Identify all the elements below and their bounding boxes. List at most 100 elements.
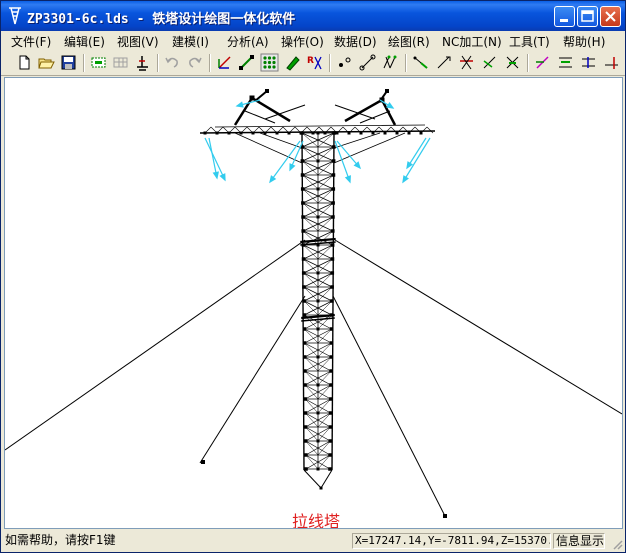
tower-node [328, 453, 332, 457]
tower-member [302, 174, 319, 190]
tower-member [317, 370, 332, 386]
drawing-canvas[interactable]: 拉线塔 [4, 77, 623, 529]
tower-node [303, 397, 307, 401]
tower-node [300, 173, 305, 177]
tower-node [331, 173, 336, 177]
tower-node [328, 411, 333, 415]
tool-e-icon[interactable] [503, 53, 522, 72]
tower-node [302, 285, 306, 289]
tower-node [395, 131, 399, 135]
app-window: ZP3301-6c.lds - 铁塔设计绘图一体化软件 文件(F) 编辑(E) … [0, 0, 626, 553]
tower-node [383, 131, 387, 135]
tower-node [302, 313, 306, 317]
tool-f-icon[interactable] [533, 53, 552, 72]
tower-member [317, 258, 333, 274]
tower-node [301, 271, 306, 275]
tower-node [316, 327, 320, 331]
undo-icon[interactable] [163, 53, 182, 72]
tower-member [5, 239, 306, 451]
line-icon[interactable] [237, 53, 256, 72]
resize-grip-icon[interactable] [611, 538, 623, 550]
menu-data[interactable]: 数据(D) [334, 33, 377, 50]
tower-member [214, 124, 426, 128]
tower-node [330, 271, 335, 275]
tower-member [199, 295, 306, 464]
tower-node [319, 486, 323, 490]
close-icon [605, 11, 616, 22]
info-display[interactable]: 信息显示 [553, 533, 605, 549]
tower-node [316, 383, 320, 387]
tower-member [303, 258, 319, 274]
title-bar[interactable]: ZP3301-6c.lds - 铁塔设计绘图一体化软件 [1, 1, 625, 31]
tower-node [316, 299, 320, 303]
status-bar: 如需帮助，请按F1键 X=17247.14,Y=-7811.94,Z=15370… [1, 531, 625, 552]
menu-help[interactable]: 帮助(H) [563, 33, 605, 50]
tower-node [303, 425, 308, 429]
rod-icon[interactable] [358, 53, 377, 72]
menu-model[interactable]: 建模(I) [172, 33, 209, 50]
toolbar-separator [209, 54, 211, 72]
tower-node [316, 467, 320, 471]
close-button[interactable] [600, 6, 621, 27]
menu-draw[interactable]: 绘图(R) [388, 33, 430, 50]
tower-node [331, 215, 335, 219]
menu-nc[interactable]: NC加工(N) [442, 33, 502, 50]
tower-node [331, 187, 336, 191]
grid-icon[interactable] [111, 53, 130, 72]
tower-member [320, 469, 333, 489]
tool-c-icon[interactable] [457, 53, 476, 72]
tower-node [201, 460, 205, 464]
menu-analysis[interactable]: 分析(A) [227, 33, 269, 50]
cursor-coordinates: X=17247.14,Y=-7811.94,Z=15370.16 [352, 533, 551, 549]
load-arrow [235, 101, 244, 108]
toolbar-separator [527, 54, 529, 72]
rect-select-icon[interactable] [89, 53, 108, 72]
tower-member [269, 140, 301, 183]
tower-node [329, 369, 333, 373]
menu-edit[interactable]: 编辑(E) [64, 33, 105, 50]
axis-icon[interactable] [215, 53, 234, 72]
multi-rod-icon[interactable] [381, 53, 400, 72]
guyed-tower-drawing[interactable] [5, 78, 622, 528]
tower-member [300, 237, 336, 244]
save-icon[interactable] [59, 53, 78, 72]
menu-file[interactable]: 文件(F) [11, 33, 51, 50]
minimize-icon [560, 19, 568, 22]
tool-d-icon[interactable] [480, 53, 499, 72]
tower-node [303, 439, 308, 443]
tower-node [330, 285, 334, 289]
tower-node [265, 89, 269, 93]
menu-tools[interactable]: 工具(T) [509, 33, 550, 50]
node-icon[interactable] [335, 53, 354, 72]
tower-member [305, 412, 319, 428]
tower-node [371, 131, 375, 135]
tower-node [287, 131, 291, 135]
part-icon[interactable] [133, 53, 152, 72]
new-file-icon[interactable] [15, 53, 34, 72]
minimize-button[interactable] [554, 6, 575, 27]
tower-node [328, 425, 333, 429]
tower-node [329, 383, 333, 387]
tower-node [249, 95, 255, 101]
menu-view[interactable]: 视图(V) [117, 33, 159, 50]
tower-node [316, 243, 320, 247]
tool-a-icon[interactable] [411, 53, 430, 72]
tower-member [402, 137, 431, 183]
tower-node [316, 271, 320, 275]
node-grid-icon[interactable] [260, 53, 279, 72]
menu-operate[interactable]: 操作(O) [281, 33, 324, 50]
tower-node [304, 467, 308, 471]
tower-member [303, 244, 319, 260]
open-file-icon[interactable] [37, 53, 56, 72]
pencil-icon[interactable] [283, 53, 302, 72]
tower-member [332, 295, 446, 517]
tool-h-icon[interactable] [579, 53, 598, 72]
maximize-button[interactable] [577, 6, 598, 27]
tool-i-icon[interactable] [602, 53, 621, 72]
tower-node [302, 341, 307, 345]
redo-icon[interactable] [185, 53, 204, 72]
label-tool-icon[interactable]: R [305, 53, 324, 72]
tool-g-icon[interactable] [556, 53, 575, 72]
load-arrow [344, 175, 351, 184]
tool-b-icon[interactable] [434, 53, 453, 72]
